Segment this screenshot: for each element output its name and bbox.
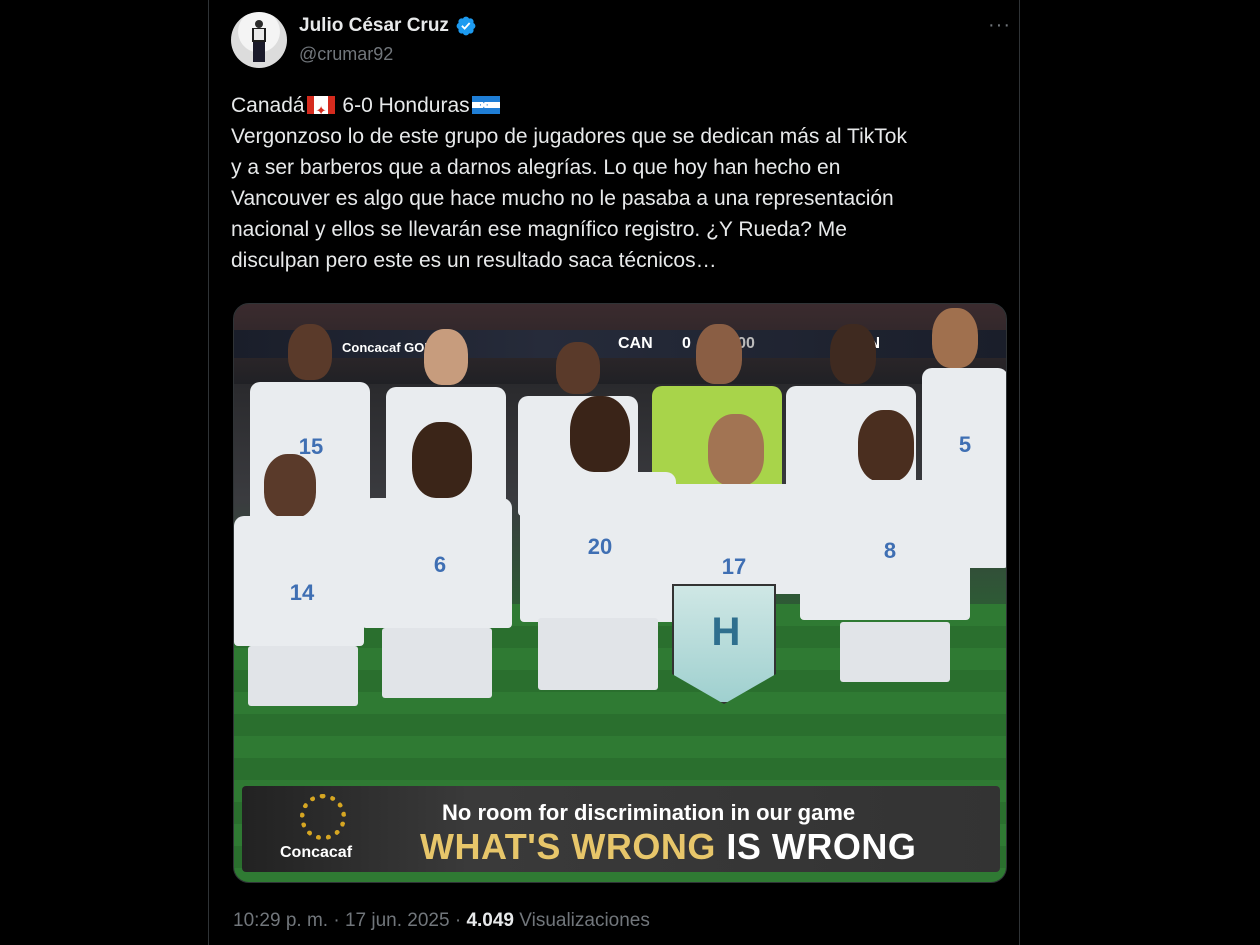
player-head [858, 410, 914, 482]
concacaf-logo-text: Concacaf [280, 844, 353, 861]
banner-line-1: No room for discrimination in our game [442, 800, 856, 825]
handle[interactable]: @crumar92 [299, 44, 393, 65]
player-head [412, 422, 472, 498]
player-number: 17 [721, 554, 747, 579]
meta-separator: · [328, 910, 345, 931]
player-head [932, 308, 978, 368]
player-shorts [840, 622, 950, 682]
concacaf-banner: Concacaf No room for discrimination in o… [242, 786, 1000, 872]
tweet-media-image[interactable]: Concacaf GOLD CAN 0 00:00 ON 15 [233, 303, 1007, 883]
banner-line-2-rest: IS WRONG [715, 826, 917, 867]
player-number: 6 [433, 552, 447, 577]
meta-separator: · [449, 910, 467, 931]
tweet-time[interactable]: 10:29 p. m. [233, 910, 328, 931]
honduras-flag-icon [471, 96, 500, 114]
views-label: Visualizaciones [513, 910, 650, 931]
player-head [830, 324, 876, 384]
avatar[interactable] [231, 12, 287, 68]
avatar-figure-head [255, 20, 263, 28]
player-head [696, 324, 742, 384]
player: 14 [234, 454, 370, 784]
player-shorts [538, 618, 658, 690]
name-row: Julio César Cruz [299, 15, 477, 37]
player: 6 [362, 422, 518, 782]
player-head [424, 329, 468, 385]
concacaf-logo-icon [300, 794, 346, 840]
avatar-figure-legs [253, 42, 265, 62]
avatar-figure-body [252, 28, 266, 42]
verified-badge-icon [456, 16, 476, 36]
tweet-header: Julio César Cruz @crumar92 ··· [231, 12, 1011, 72]
banner-line-2: WHAT'S WRONG IS WRONG [420, 826, 916, 868]
player-number: 8 [883, 538, 897, 563]
tweet-column: Julio César Cruz @crumar92 ··· Canadá 6-… [208, 0, 1020, 945]
player: 8 [800, 410, 980, 790]
player-head [264, 454, 316, 518]
pennant-label: H [711, 610, 741, 654]
player-number: 14 [289, 580, 315, 605]
banner-line-2-accent: WHAT'S WRONG [420, 826, 716, 867]
views-count[interactable]: 4.049 [466, 910, 514, 931]
player-head [708, 414, 764, 486]
more-horizontal-icon[interactable]: ··· [988, 14, 1011, 37]
player-head [570, 396, 630, 472]
tweet-date[interactable]: 17 jun. 2025 [345, 910, 450, 931]
player-shorts [382, 628, 492, 698]
tweet-body: Vergonzoso lo de este grupo de jugadores… [231, 125, 907, 272]
display-name[interactable]: Julio César Cruz [299, 15, 449, 37]
score-team-canada: Canadá [231, 94, 305, 117]
tweet-text: Canadá 6-0 Honduras Vergonzoso lo de est… [231, 90, 1011, 276]
canada-flag-icon [306, 95, 335, 126]
player-head [556, 342, 600, 394]
player-shorts [248, 646, 358, 706]
score-result: 6-0 Honduras [336, 94, 470, 117]
player-head [288, 324, 332, 380]
tweet-meta: 10:29 p. m. · 17 jun. 2025 · 4.049 Visua… [233, 910, 650, 932]
